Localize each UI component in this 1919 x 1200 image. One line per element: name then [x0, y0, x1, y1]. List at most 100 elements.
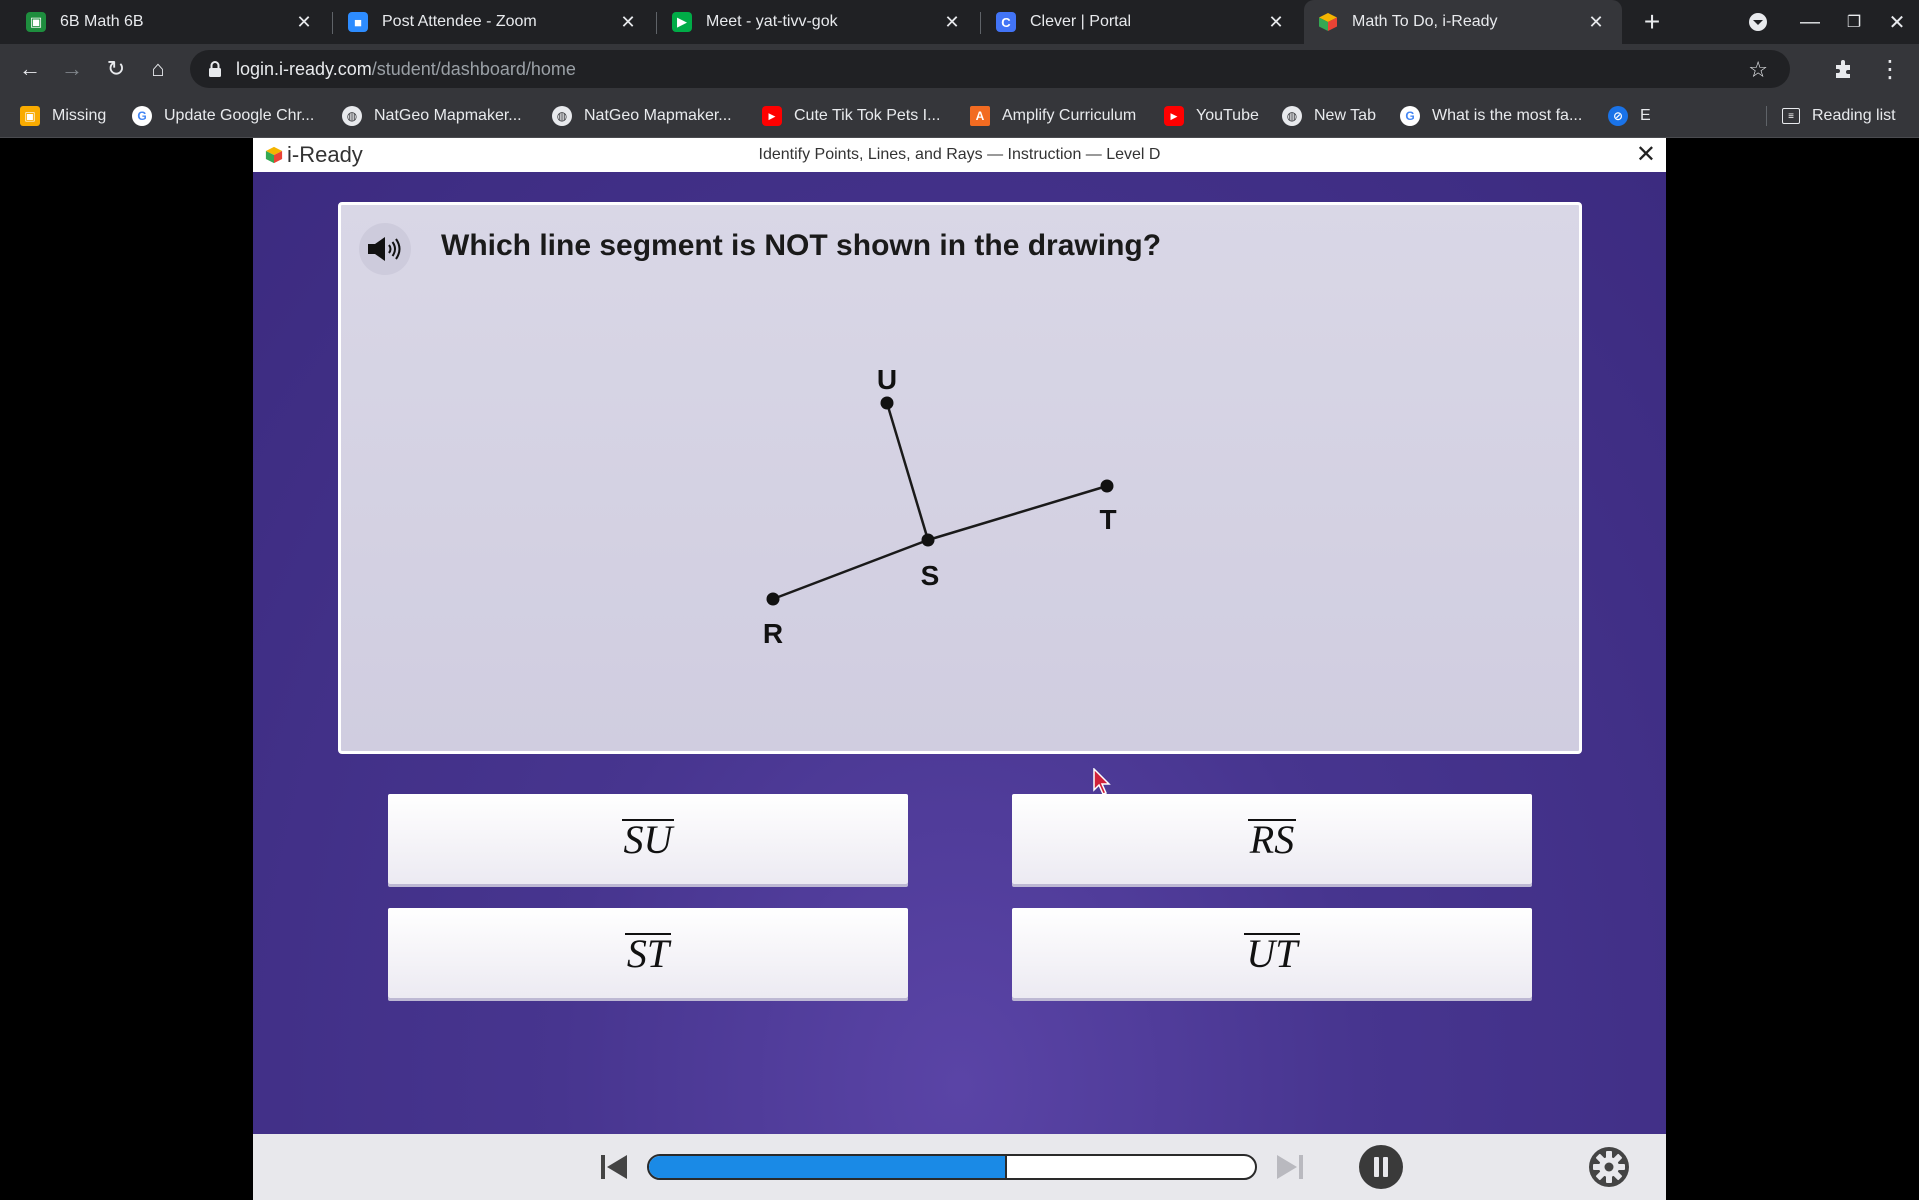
home-icon[interactable]: ⌂ — [140, 51, 176, 87]
reading-list[interactable]: ≡ Reading list — [1782, 94, 1896, 138]
tab-strip: ▣ 6B Math 6B ✕ ■ Post Attendee - Zoom ✕ … — [0, 0, 1919, 44]
segment-rs — [772, 538, 929, 601]
bookmark-update-chrome[interactable]: G Update Google Chr... — [132, 94, 314, 138]
tab-zoom[interactable]: ■ Post Attendee - Zoom ✕ — [334, 0, 654, 44]
bookmark-label: NatGeo Mapmaker... — [374, 107, 522, 124]
answer-choice-st[interactable]: ST — [388, 908, 908, 998]
bookmark-label: NatGeo Mapmaker... — [584, 107, 732, 124]
progress-fill — [649, 1156, 1007, 1178]
youtube-icon: ▶ — [1164, 106, 1184, 126]
tab-search-icon[interactable] — [1736, 0, 1780, 44]
google-icon: G — [1400, 106, 1420, 126]
bookmark-e[interactable]: ⊘ E — [1608, 94, 1651, 138]
lesson-stage: U T S R Which line segment is NOT shown … — [253, 172, 1666, 1134]
answer-choice-su[interactable]: SU — [388, 794, 908, 884]
bookmark-natgeo-2[interactable]: ◍ NatGeo Mapmaker... — [552, 94, 732, 138]
more-menu-icon[interactable]: ⋮ — [1872, 51, 1908, 87]
new-tab-plus-icon[interactable]: + — [1630, 0, 1674, 44]
bookmark-label: Cute Tik Tok Pets I... — [794, 107, 941, 124]
settings-gear-icon[interactable] — [1587, 1145, 1631, 1189]
tab-6b-math[interactable]: ▣ 6B Math 6B ✕ — [0, 0, 330, 44]
point-r — [766, 592, 780, 606]
url-text: login.i-ready.com/student/dashboard/home — [236, 58, 576, 79]
lesson-close-icon[interactable]: ✕ — [1636, 140, 1656, 169]
tab-title: Clever | Portal — [1030, 13, 1132, 30]
skip-back-icon[interactable] — [597, 1150, 631, 1184]
bookmark-missing[interactable]: ▣ Missing — [20, 94, 106, 138]
answer-choice-rs[interactable]: RS — [1012, 794, 1532, 884]
globe-icon: ◍ — [342, 106, 362, 126]
question-card: U T S R Which line segment is NOT shown … — [338, 202, 1582, 754]
lesson-title: Identify Points, Lines, and Rays — Instr… — [758, 146, 1161, 163]
tab-clever[interactable]: C Clever | Portal ✕ — [982, 0, 1302, 44]
globe-icon: ◍ — [1282, 106, 1302, 126]
globe-icon: ◍ — [552, 106, 572, 126]
answer-label: RS — [1247, 817, 1297, 862]
answer-label: ST — [624, 931, 672, 976]
speaker-audio-button[interactable] — [359, 223, 411, 275]
question-text: Which line segment is NOT shown in the d… — [441, 229, 1162, 262]
window-close-icon[interactable]: ✕ — [1875, 0, 1919, 44]
back-arrow-icon[interactable]: ← — [12, 51, 48, 87]
bookmark-label: YouTube — [1196, 107, 1259, 124]
answer-choice-ut[interactable]: UT — [1012, 908, 1532, 998]
iready-lesson-frame: i-Ready Identify Points, Lines, and Rays… — [253, 138, 1666, 1200]
label-t: T — [1099, 504, 1116, 535]
bookmark-label: New Tab — [1314, 107, 1376, 124]
lesson-header: i-Ready Identify Points, Lines, and Rays… — [253, 138, 1666, 172]
close-icon[interactable]: ✕ — [616, 10, 640, 34]
tab-meet[interactable]: ▶ Meet - yat-tivv-gok ✕ — [658, 0, 978, 44]
reload-icon[interactable]: ↻ — [98, 51, 134, 87]
extensions-puzzle-icon[interactable] — [1826, 51, 1862, 87]
segment-st — [927, 484, 1108, 542]
point-t — [1100, 479, 1114, 493]
iready-cube-icon — [1318, 12, 1338, 32]
bookmark-natgeo-1[interactable]: ◍ NatGeo Mapmaker... — [342, 94, 522, 138]
label-s: S — [921, 560, 940, 591]
bookmark-amplify[interactable]: A Amplify Curriculum — [970, 94, 1136, 138]
pause-icon — [1374, 1157, 1388, 1177]
label-r: R — [763, 618, 783, 649]
pause-button[interactable] — [1359, 1145, 1403, 1189]
bookmark-label: Missing — [52, 107, 107, 124]
answer-label: SU — [621, 817, 675, 862]
close-icon[interactable]: ✕ — [292, 10, 316, 34]
close-icon[interactable]: ✕ — [940, 10, 964, 34]
bookmark-label: What is the most fa... — [1432, 107, 1583, 124]
google-icon: G — [132, 106, 152, 126]
bookmark-what-is[interactable]: G What is the most fa... — [1400, 94, 1582, 138]
bookmark-star-icon[interactable]: ☆ — [1748, 57, 1768, 83]
bookmark-label: Amplify Curriculum — [1002, 107, 1137, 124]
forward-arrow-icon[interactable]: → — [54, 51, 90, 87]
close-icon[interactable]: ✕ — [1584, 10, 1608, 34]
geometry-diagram: U T S R — [763, 364, 1117, 649]
classroom-icon: ▣ — [26, 12, 46, 32]
answer-label: UT — [1244, 931, 1300, 976]
mouse-cursor-icon — [1093, 768, 1111, 795]
browser-toolbar: ← → ↻ ⌂ login.i-ready.com/student/dashbo… — [0, 44, 1919, 94]
player-controls — [253, 1134, 1666, 1200]
bookmark-new-tab[interactable]: ◍ New Tab — [1282, 94, 1376, 138]
skip-forward-icon[interactable] — [1273, 1150, 1307, 1184]
speaker-icon — [368, 237, 401, 261]
tab-iready[interactable]: Math To Do, i-Ready ✕ — [1304, 0, 1622, 44]
reading-list-icon: ≡ — [1782, 108, 1800, 124]
bookmark-youtube[interactable]: ▶ YouTube — [1164, 94, 1259, 138]
restore-icon[interactable]: ❐ — [1832, 0, 1876, 44]
close-icon[interactable]: ✕ — [1264, 10, 1288, 34]
address-bar[interactable]: login.i-ready.com/student/dashboard/home… — [190, 50, 1790, 88]
label-u: U — [877, 364, 897, 395]
segment-su — [885, 402, 930, 541]
lesson-progress-bar[interactable] — [647, 1154, 1257, 1180]
point-u — [880, 396, 894, 410]
classroom-icon: ▣ — [20, 106, 40, 126]
point-s — [921, 533, 935, 547]
youtube-icon: ▶ — [762, 106, 782, 126]
tab-title: Meet - yat-tivv-gok — [706, 13, 838, 30]
minimize-icon[interactable]: — — [1788, 0, 1832, 44]
tab-title: Post Attendee - Zoom — [382, 13, 537, 30]
tab-title: 6B Math 6B — [60, 13, 144, 30]
bookmark-tiktok-pets[interactable]: ▶ Cute Tik Tok Pets I... — [762, 94, 940, 138]
clever-icon: C — [996, 12, 1016, 32]
edge-icon: ⊘ — [1608, 106, 1628, 126]
